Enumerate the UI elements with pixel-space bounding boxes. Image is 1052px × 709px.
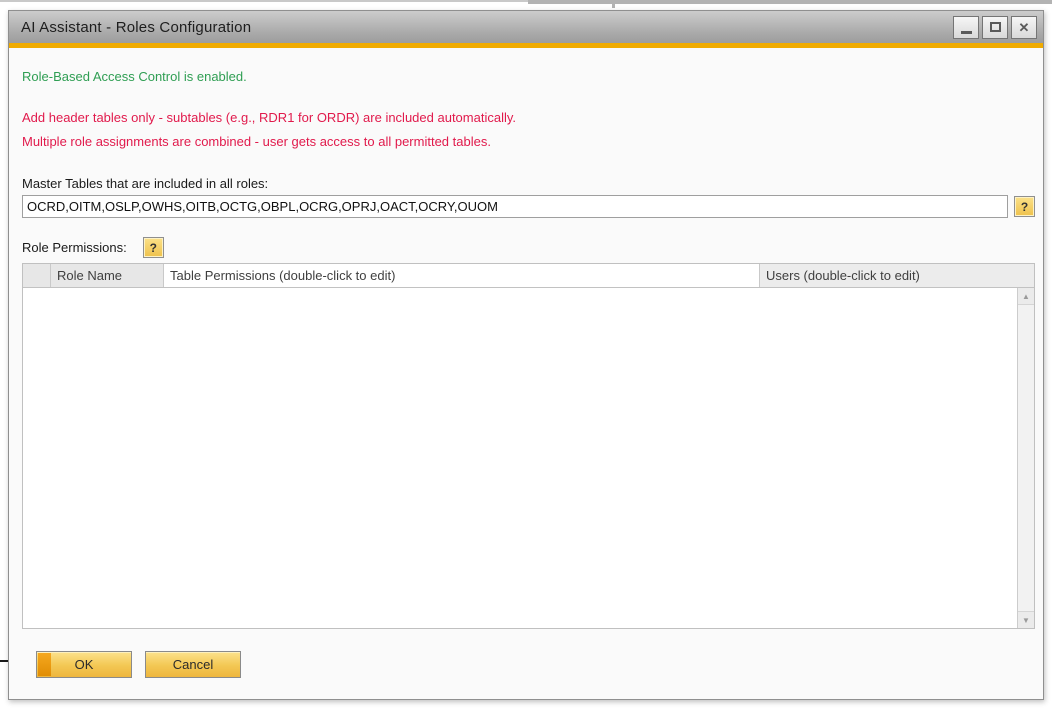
master-tables-label: Master Tables that are included in all r… [22,176,1035,191]
minimize-button[interactable] [953,16,979,39]
users-column-header: Users (double-click to edit) [760,264,1034,287]
cancel-button-label: Cancel [173,657,213,672]
scroll-down-button[interactable]: ▼ [1018,611,1034,628]
maximize-icon [990,22,1001,32]
ok-button-label: OK [75,657,94,672]
master-tables-input[interactable] [22,195,1008,218]
ok-button[interactable]: OK [36,651,132,678]
warning-message-2: Multiple role assignments are combined -… [22,134,1035,149]
table-header-row: Role Name Table Permissions (double-clic… [23,264,1034,288]
role-permissions-table: Role Name Table Permissions (double-clic… [22,263,1035,629]
close-button[interactable]: ✕ [1011,16,1037,39]
cancel-button[interactable]: Cancel [145,651,241,678]
window-title: AI Assistant - Roles Configuration [21,19,950,36]
table-body: ▲ ▼ [23,288,1034,628]
dialog-content: Role-Based Access Control is enabled. Ad… [9,48,1043,699]
grid-body-rows [23,288,1017,628]
master-tables-row: ? [22,195,1035,218]
role-permissions-help-button[interactable]: ? [143,237,164,258]
background-window-edge-right [528,0,1052,4]
role-permissions-label: Role Permissions: [22,240,127,255]
background-window-tick [612,0,615,8]
warning-message-1: Add header tables only - subtables (e.g.… [22,110,1035,125]
default-button-strip [38,653,51,676]
table-permissions-column-header: Table Permissions (double-click to edit) [164,264,760,287]
selector-column-header [23,264,51,287]
vertical-scrollbar[interactable]: ▲ ▼ [1017,288,1034,628]
master-tables-help-button[interactable]: ? [1014,196,1035,217]
footer: OK Cancel [22,629,1035,699]
title-bar[interactable]: AI Assistant - Roles Configuration ✕ [9,11,1043,43]
scroll-up-button[interactable]: ▲ [1018,288,1034,305]
role-name-column-header: Role Name [51,264,164,287]
role-permissions-header-row: Role Permissions: ? [22,237,1035,258]
status-message: Role-Based Access Control is enabled. [22,69,1035,84]
close-icon: ✕ [1019,21,1030,34]
maximize-button[interactable] [982,16,1008,39]
roles-configuration-dialog: AI Assistant - Roles Configuration ✕ Rol… [8,10,1044,700]
minimize-icon [961,31,972,34]
